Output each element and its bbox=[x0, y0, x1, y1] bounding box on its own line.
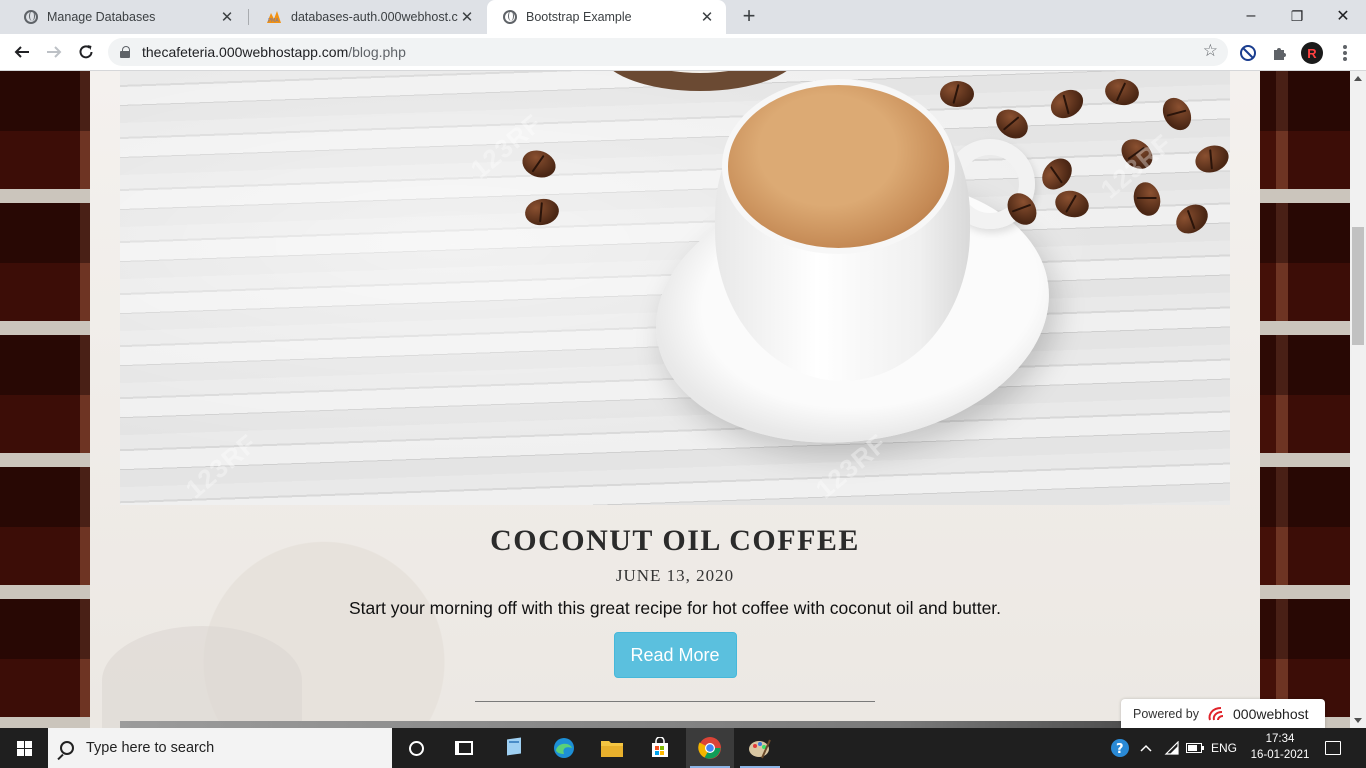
svg-text:?: ? bbox=[1116, 742, 1124, 757]
post-divider bbox=[475, 701, 875, 702]
taskbar-app-notepad[interactable] bbox=[490, 728, 538, 768]
store-bag-icon bbox=[652, 737, 668, 757]
close-tab-icon[interactable]: ✕ bbox=[218, 8, 236, 26]
clock-date: 16-01-2021 bbox=[1250, 749, 1310, 761]
scroll-up-arrow-icon[interactable] bbox=[1354, 76, 1362, 81]
phpmyadmin-icon: PMA bbox=[267, 11, 281, 24]
next-post-image bbox=[120, 721, 1230, 728]
post-hero-image: 123RF 123RF 123RF 123RF bbox=[120, 71, 1230, 505]
taskbar-app-paint[interactable] bbox=[736, 728, 784, 768]
tab-separator bbox=[248, 9, 249, 25]
blog-post: COCONUT OIL COFFEE JUNE 13, 2020 Start y… bbox=[120, 523, 1230, 678]
tab-title: Manage Databases bbox=[47, 10, 156, 24]
help-icon[interactable]: ? bbox=[1108, 728, 1132, 768]
address-bar[interactable]: thecafeteria.000webhostapp.com/blog.php … bbox=[108, 38, 1228, 66]
start-button[interactable] bbox=[0, 728, 48, 768]
close-window-button[interactable]: ✕ bbox=[1320, 0, 1366, 32]
bookmark-star-icon[interactable]: ☆ bbox=[1203, 41, 1218, 61]
input-language-indicator[interactable]: ENG bbox=[1208, 728, 1240, 768]
tab-databases-auth[interactable]: PMA databases-auth.000webhost.com ✕ bbox=[250, 0, 486, 34]
taskbar-app-file-explorer[interactable] bbox=[588, 728, 636, 768]
action-center-button[interactable] bbox=[1318, 728, 1348, 768]
forward-arrow-icon[interactable] bbox=[40, 38, 68, 66]
search-icon bbox=[60, 741, 74, 755]
edge-browser-icon bbox=[554, 738, 574, 758]
globe-icon bbox=[24, 10, 38, 24]
paint-palette-icon bbox=[749, 739, 771, 759]
svg-text:PMA: PMA bbox=[268, 18, 279, 24]
minimize-window-button[interactable]: – bbox=[1228, 0, 1274, 32]
system-clock[interactable]: 17:34 16-01-2021 bbox=[1250, 731, 1310, 763]
chrome-browser-icon bbox=[698, 737, 721, 759]
powered-by-badge[interactable]: Powered by 000webhost bbox=[1121, 699, 1325, 728]
reload-icon[interactable] bbox=[72, 38, 100, 66]
coffee-surface-image bbox=[722, 79, 955, 254]
tab-title: databases-auth.000webhost.com bbox=[291, 10, 458, 24]
windows-taskbar: Type here to search ? ENG 17:34 16-01-20… bbox=[0, 728, 1366, 768]
network-icon[interactable] bbox=[1162, 728, 1182, 768]
taskbar-app-edge[interactable] bbox=[540, 728, 588, 768]
coffee-bean bbox=[940, 81, 974, 107]
scrollbar-thumb[interactable] bbox=[1352, 227, 1364, 345]
clock-time: 17:34 bbox=[1265, 733, 1295, 745]
cortana-button[interactable] bbox=[392, 728, 440, 768]
powered-by-brand: 000webhost bbox=[1233, 705, 1309, 722]
page-scrollbar[interactable] bbox=[1350, 71, 1366, 728]
profile-avatar[interactable]: R bbox=[1301, 42, 1323, 64]
post-title: COCONUT OIL COFFEE bbox=[490, 524, 860, 557]
notepad-app-icon bbox=[507, 737, 521, 756]
post-excerpt: Start your morning off with this great r… bbox=[348, 598, 1002, 618]
lock-icon[interactable] bbox=[120, 46, 130, 58]
close-tab-icon[interactable]: ✕ bbox=[698, 8, 716, 26]
read-more-button[interactable]: Read More bbox=[613, 632, 737, 678]
restore-window-button[interactable]: ❐ bbox=[1274, 0, 1320, 32]
url-path: /blog.php bbox=[348, 44, 406, 60]
close-tab-icon[interactable]: ✕ bbox=[458, 8, 476, 26]
tab-title: Bootstrap Example bbox=[526, 10, 632, 24]
url-host: thecafeteria.000webhostapp.com bbox=[142, 44, 349, 60]
browser-toolbar: thecafeteria.000webhostapp.com/blog.php … bbox=[0, 34, 1366, 71]
powered-by-label: Powered by bbox=[1133, 706, 1200, 721]
blocker-extension-icon[interactable] bbox=[1237, 42, 1259, 64]
scroll-down-arrow-icon[interactable] bbox=[1354, 718, 1362, 723]
taskbar-app-store[interactable] bbox=[636, 728, 684, 768]
post-date: JUNE 13, 2020 bbox=[615, 566, 735, 585]
browser-menu-icon[interactable] bbox=[1337, 43, 1353, 63]
browser-tab-strip: Manage Databases ✕ PMA databases-auth.00… bbox=[0, 0, 1366, 34]
battery-icon[interactable] bbox=[1185, 728, 1205, 768]
tab-bootstrap-example[interactable]: Bootstrap Example ✕ bbox=[487, 0, 726, 34]
search-placeholder: Type here to search bbox=[86, 740, 215, 756]
cortana-circle-icon bbox=[408, 740, 424, 756]
globe-icon bbox=[503, 10, 517, 24]
show-hidden-icons-chevron-icon[interactable] bbox=[1137, 728, 1155, 768]
new-tab-button[interactable]: + bbox=[737, 5, 761, 29]
folder-icon bbox=[601, 741, 623, 757]
taskbar-search-box[interactable]: Type here to search bbox=[48, 728, 392, 768]
notification-icon bbox=[1325, 741, 1341, 755]
taskbar-app-chrome[interactable] bbox=[686, 728, 734, 768]
task-view-button[interactable] bbox=[440, 728, 488, 768]
page-viewport: 123RF 123RF 123RF 123RF COCONUT OIL COFF… bbox=[0, 71, 1350, 728]
extensions-puzzle-icon[interactable] bbox=[1269, 42, 1291, 64]
back-arrow-icon[interactable] bbox=[8, 38, 36, 66]
000webhost-logo-icon bbox=[1208, 706, 1224, 720]
task-view-icon bbox=[455, 741, 473, 755]
windows-logo-icon bbox=[16, 740, 32, 756]
tab-manage-databases[interactable]: Manage Databases ✕ bbox=[8, 0, 246, 34]
